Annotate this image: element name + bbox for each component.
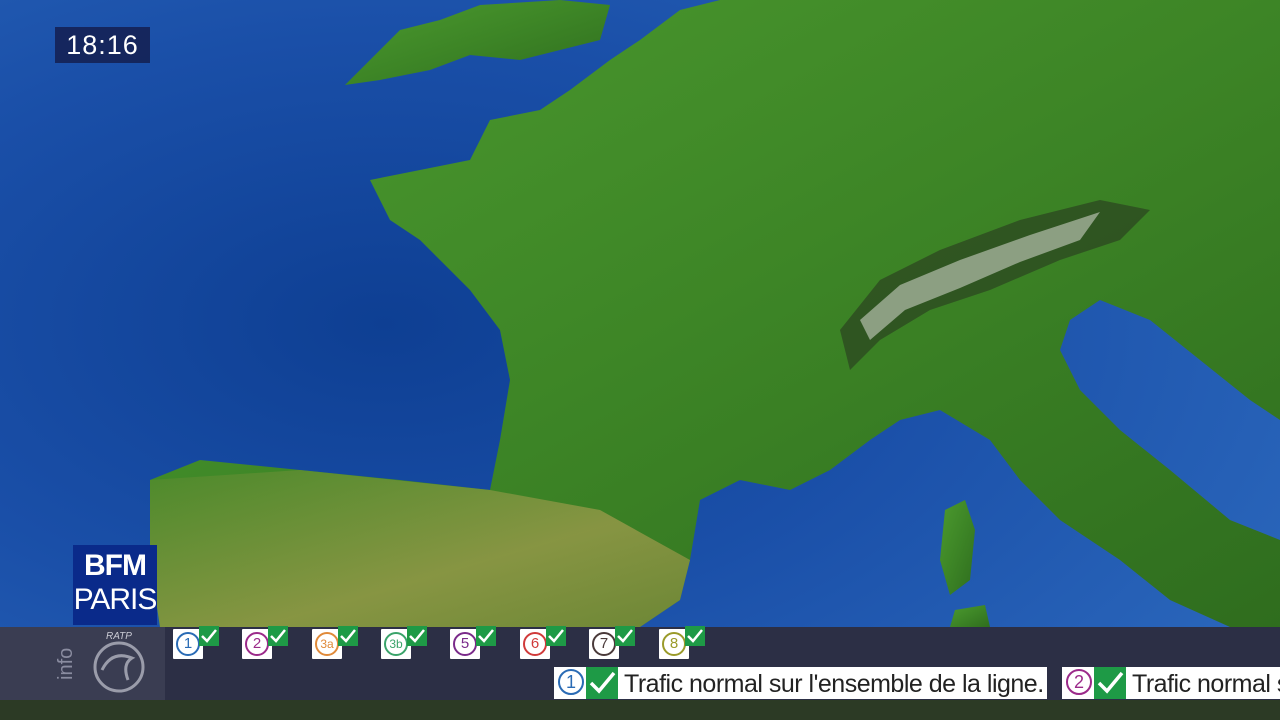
check-icon [1094,667,1126,699]
ticker-badge: 1 [554,667,588,699]
bfm-paris-logo: BFM PARIS [73,545,157,625]
clock: 18:16 [55,27,150,63]
check-icon [615,626,635,646]
logo-line2: PARIS [73,583,158,616]
line-number: 2 [245,632,269,656]
ticker-badge: 2 [1062,667,1096,699]
check-icon [338,626,358,646]
check-icon [268,626,288,646]
line-number: 3b [384,632,408,656]
info-label: info [55,647,77,680]
ratp-logo-icon [93,641,145,693]
check-icon [586,667,618,699]
line-number: 8 [662,632,686,656]
line-number: 3a [315,632,339,656]
line-number: 1 [176,632,200,656]
ticker-line-number: 2 [1066,669,1092,695]
logo-line1: BFM [84,549,147,582]
ticker-text: Trafic normal sur l'ensemble de la ligne… [624,670,1044,698]
ticker-item-line-2: 2 Trafic normal s [1062,667,1280,699]
ticker-item-line-1: 1 Trafic normal sur l'ensemble de la lig… [554,667,1047,699]
line-number: 5 [453,632,477,656]
ticker-text: Trafic normal s [1132,670,1280,698]
check-icon [199,626,219,646]
check-icon [546,626,566,646]
bottom-map-strip [0,700,1280,720]
satellite-map [0,0,1280,720]
check-icon [407,626,427,646]
line-number: 6 [523,632,547,656]
check-icon [476,626,496,646]
check-icon [685,626,705,646]
line-number: 7 [592,632,616,656]
ticker-line-number: 1 [558,669,584,695]
